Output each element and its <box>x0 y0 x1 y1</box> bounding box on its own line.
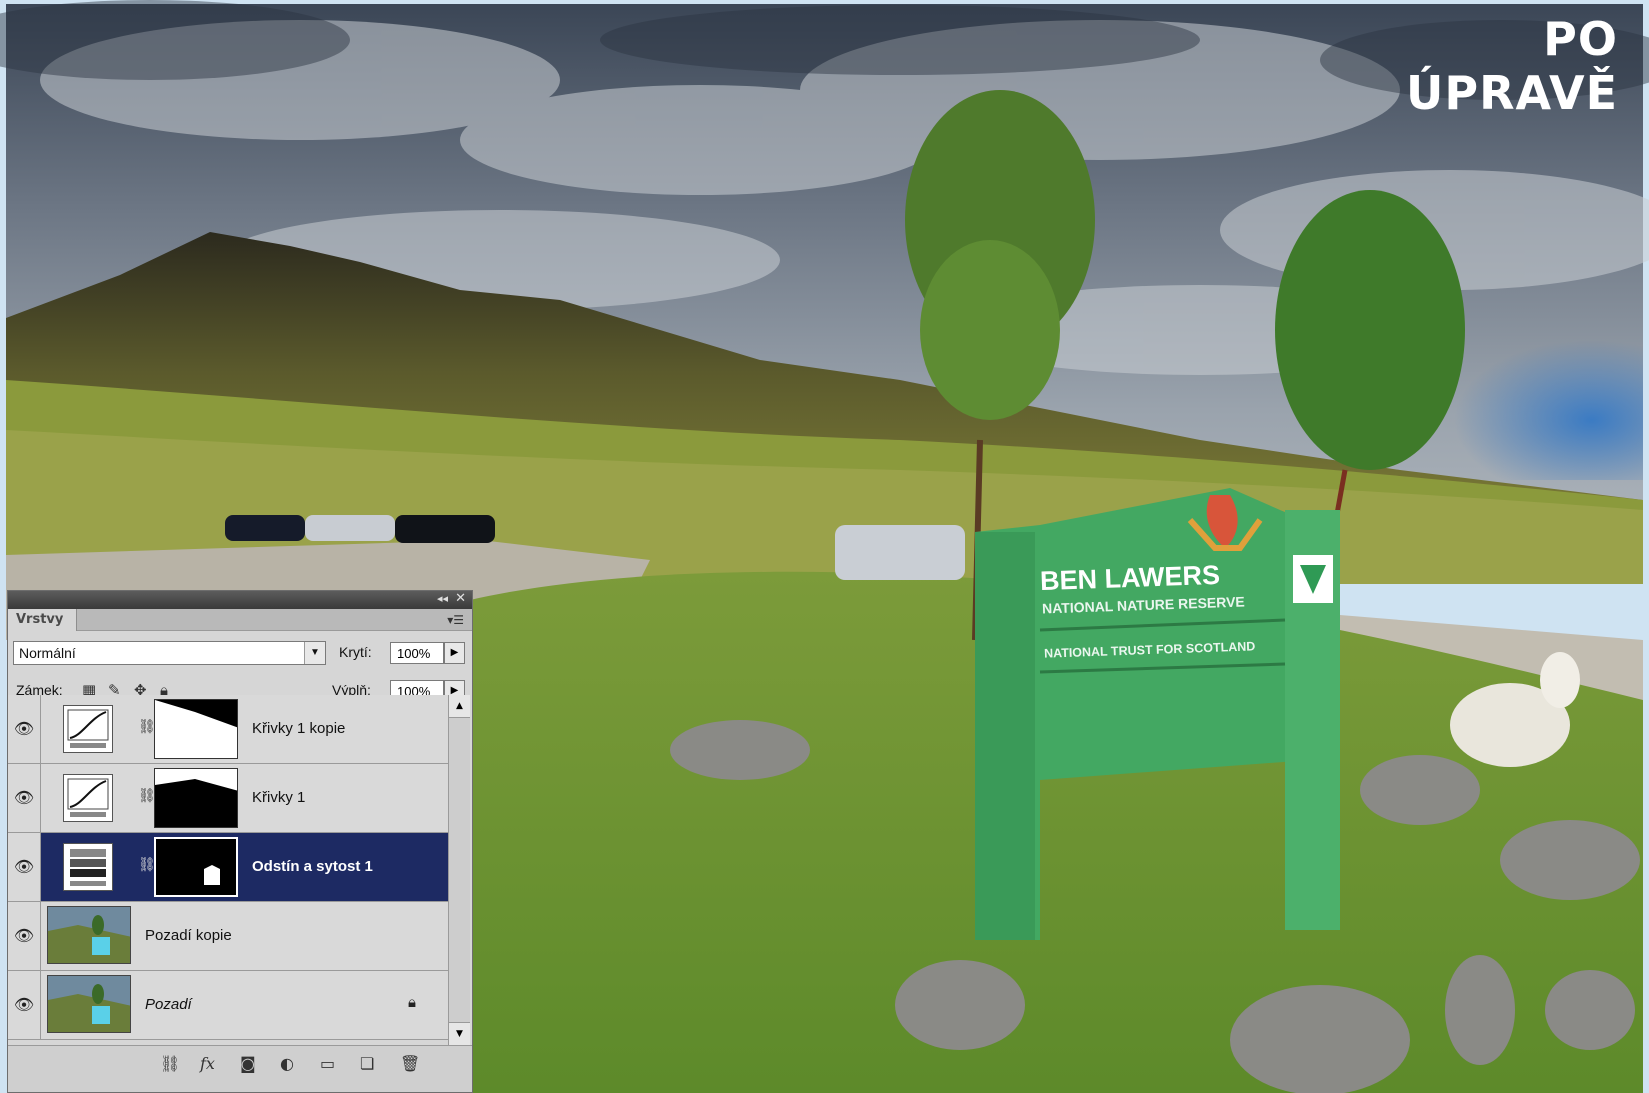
layer-thumbnail[interactable] <box>47 975 131 1033</box>
layer-mask-thumbnail[interactable] <box>154 699 238 759</box>
layer-row-background[interactable]: 👁︎ Pozadí 🔒︎ <box>8 971 448 1040</box>
opacity-label: Krytí: <box>339 644 372 660</box>
opacity-input[interactable]: 100% <box>390 642 444 664</box>
link-layers-icon[interactable]: ⛓︎ <box>160 1054 180 1073</box>
sign-title: BEN LAWERS <box>1039 559 1221 597</box>
visibility-eye-icon[interactable]: 👁︎ <box>8 833 41 901</box>
layers-panel: ◂◂ ✕ Vrstvy ▾☰ Normální ▼ Krytí: 100% ▶ … <box>7 590 473 1093</box>
after-edit-caption: PO ÚPRAVĚ <box>1406 12 1618 120</box>
blend-mode-value: Normální <box>19 645 76 661</box>
photo-canvas: PO ÚPRAVĚ BEN LAWERS NATIONAL NATURE RES… <box>0 0 1649 1093</box>
add-mask-icon[interactable]: ◙ <box>240 1054 256 1073</box>
panel-titlebar: ◂◂ ✕ <box>8 591 472 609</box>
new-layer-icon[interactable]: ❏ <box>360 1054 374 1073</box>
curves-adjustment-icon <box>63 774 113 822</box>
layer-name: Pozadí <box>145 996 192 1013</box>
layer-name: Křivky 1 kopie <box>252 720 346 737</box>
collapse-panel-icon[interactable]: ◂◂ <box>437 592 448 605</box>
close-icon[interactable]: ✕ <box>455 591 466 606</box>
layers-scrollbar[interactable]: ▲ ▼ <box>448 695 470 1045</box>
visibility-eye-icon[interactable]: 👁︎ <box>8 764 41 832</box>
layer-name: Pozadí kopie <box>145 927 232 944</box>
visibility-eye-icon[interactable]: 👁︎ <box>8 971 41 1039</box>
layer-row-hue-saturation[interactable]: 👁︎ ⛓︎ Odstín a sytost 1 <box>8 833 448 902</box>
visibility-eye-icon[interactable]: 👁︎ <box>8 902 41 970</box>
panel-bottom-toolbar: ⛓︎ fx ◙ ◐ ▭ ❏ 🗑︎ <box>8 1045 472 1092</box>
new-group-folder-icon[interactable]: ▭ <box>320 1054 335 1073</box>
layer-mask-thumbnail[interactable] <box>154 837 238 897</box>
visibility-eye-icon[interactable]: 👁︎ <box>8 695 41 763</box>
tab-layers[interactable]: Vrstvy <box>8 609 77 631</box>
layer-row-background-copy[interactable]: 👁︎ Pozadí kopie <box>8 902 448 971</box>
lock-icon: 🔒︎ <box>408 993 416 1011</box>
layer-name: Odstín a sytost 1 <box>252 858 373 875</box>
chevron-down-icon[interactable]: ▼ <box>304 642 325 664</box>
adjustment-layer-icon[interactable]: ◐ <box>280 1054 294 1073</box>
scroll-up-icon[interactable]: ▲ <box>449 695 470 718</box>
curves-adjustment-icon <box>63 705 113 753</box>
panel-tabs: Vrstvy ▾☰ <box>8 609 472 631</box>
layer-style-fx-icon[interactable]: fx <box>200 1054 215 1073</box>
opacity-slider-arrow[interactable]: ▶ <box>444 642 465 664</box>
scroll-down-icon[interactable]: ▼ <box>449 1022 470 1045</box>
hue-saturation-adjustment-icon <box>63 843 113 891</box>
layer-row-curves-copy[interactable]: 👁︎ ⛓︎ Křivky 1 kopie <box>8 695 448 764</box>
panel-menu-icon[interactable]: ▾☰ <box>447 613 464 627</box>
layers-list: 👁︎ ⛓︎ Křivky 1 kopie 👁︎ ⛓︎ Křivky 1 👁︎ ⛓… <box>8 695 448 1045</box>
layer-row-curves[interactable]: 👁︎ ⛓︎ Křivky 1 <box>8 764 448 833</box>
blend-mode-select[interactable]: Normální ▼ <box>13 641 326 665</box>
layer-thumbnail[interactable] <box>47 906 131 964</box>
trash-icon[interactable]: 🗑︎ <box>400 1054 420 1073</box>
layer-mask-thumbnail[interactable] <box>154 768 238 828</box>
layer-name: Křivky 1 <box>252 789 306 806</box>
